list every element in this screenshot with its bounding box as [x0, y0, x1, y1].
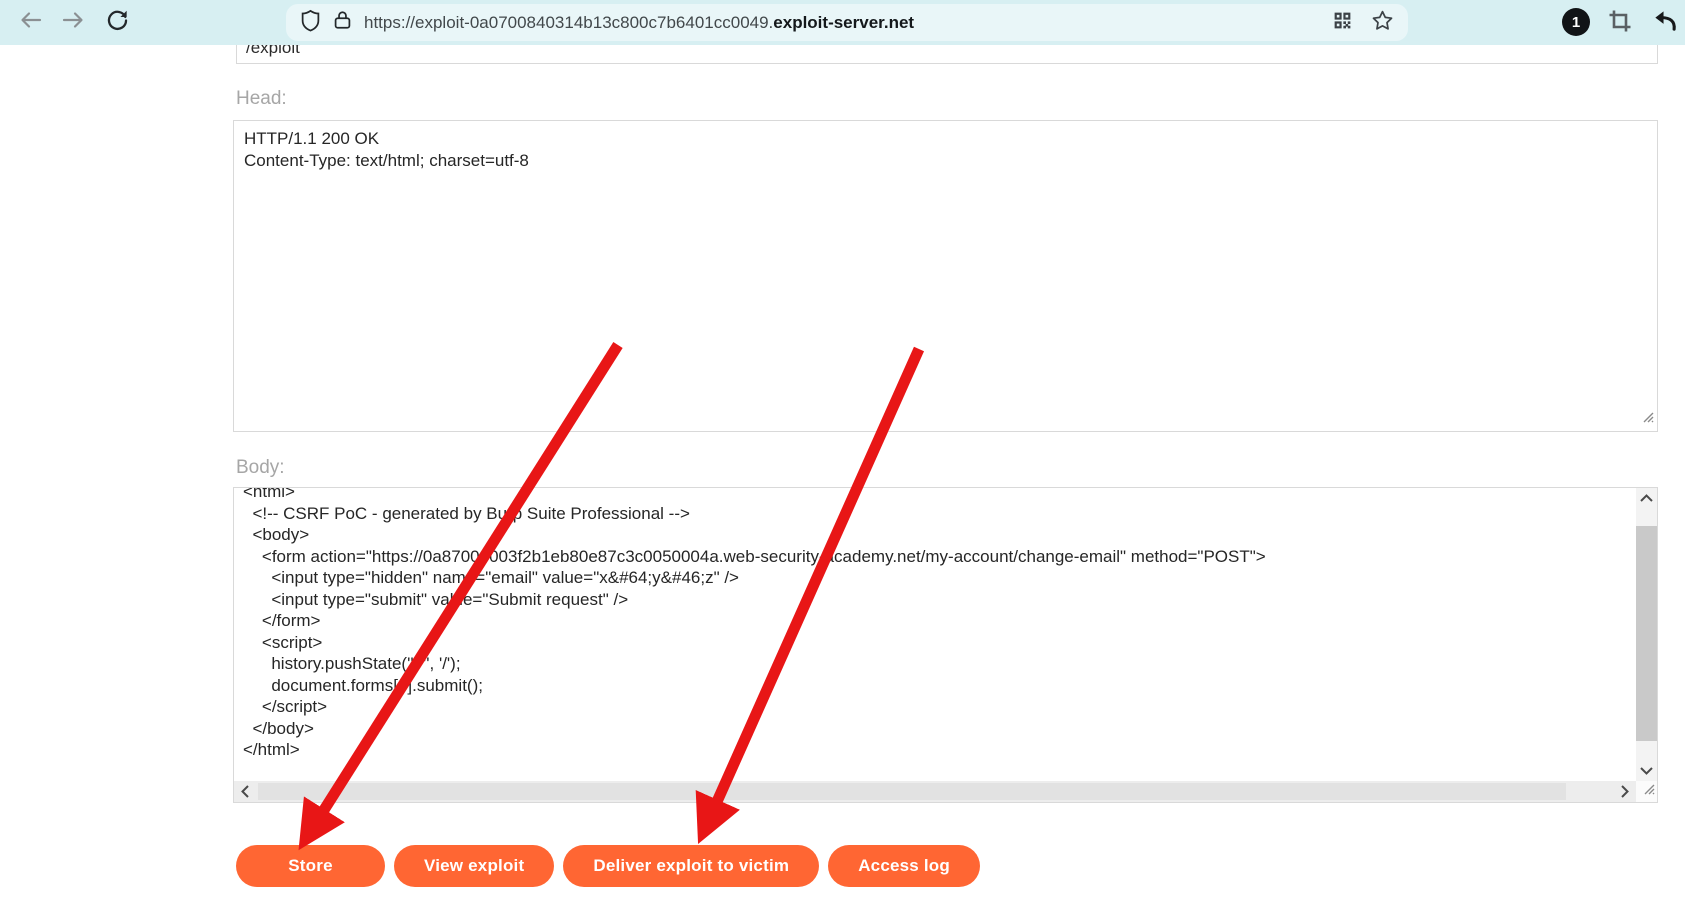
store-button[interactable]: Store [236, 845, 385, 887]
undo-button[interactable] [1650, 9, 1678, 37]
action-buttons: Store View exploit Deliver exploit to vi… [236, 845, 980, 887]
scroll-right-icon[interactable] [1621, 781, 1629, 802]
vertical-scrollbar[interactable] [1636, 488, 1657, 781]
scrollbar-corner [1636, 781, 1657, 802]
browser-toolbar: https://exploit-0a0700840314b13c800c7b64… [0, 0, 1685, 45]
extension-badge[interactable]: 1 [1562, 8, 1590, 36]
head-content: HTTP/1.1 200 OK Content-Type: text/html;… [244, 129, 529, 170]
back-button[interactable] [12, 3, 50, 41]
deliver-exploit-to-victim-button[interactable]: Deliver exploit to victim [563, 845, 820, 887]
bookmark-star-icon[interactable] [1371, 9, 1394, 37]
lock-icon [333, 9, 352, 36]
body-label: Body: [236, 457, 285, 478]
scroll-down-icon[interactable] [1636, 767, 1657, 775]
crop-icon [1608, 9, 1632, 38]
forward-button[interactable] [54, 3, 92, 41]
back-icon [19, 8, 43, 37]
address-bar[interactable]: https://exploit-0a0700840314b13c800c7b64… [286, 4, 1408, 41]
scroll-up-icon[interactable] [1636, 494, 1657, 502]
horizontal-scroll-thumb[interactable] [258, 783, 1566, 800]
reload-button[interactable] [98, 3, 136, 41]
view-exploit-button[interactable]: View exploit [394, 845, 555, 887]
body-content: <html> <!-- CSRF PoC - generated by Burp… [243, 488, 1266, 759]
horizontal-scrollbar[interactable] [234, 781, 1636, 802]
head-textarea[interactable]: HTTP/1.1 200 OK Content-Type: text/html;… [233, 120, 1658, 432]
scroll-left-icon[interactable] [241, 781, 249, 802]
url-text: https://exploit-0a0700840314b13c800c7b64… [364, 12, 915, 32]
shield-icon [300, 9, 321, 37]
screenshot-crop-button[interactable] [1606, 9, 1634, 37]
forward-icon [61, 8, 85, 37]
qr-code-icon[interactable] [1332, 10, 1353, 36]
reload-icon [105, 7, 130, 37]
resize-handle-icon[interactable] [1641, 781, 1655, 800]
body-textarea[interactable]: <html> <!-- CSRF PoC - generated by Burp… [233, 487, 1658, 803]
head-label: Head: [236, 88, 287, 109]
extension-badge-count: 1 [1571, 13, 1581, 31]
undo-arrow-icon [1651, 8, 1678, 38]
access-log-button[interactable]: Access log [828, 845, 980, 887]
vertical-scroll-thumb[interactable] [1636, 526, 1657, 741]
resize-handle-icon[interactable] [1640, 409, 1654, 428]
